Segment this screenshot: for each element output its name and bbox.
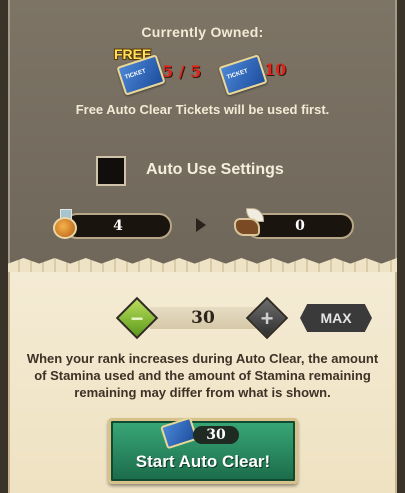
auto-clear-dialog: Currently Owned: FREE 5 / 5 10 Free Auto… bbox=[0, 0, 405, 493]
rank-warning-line: remaining may differ from what is shown. bbox=[74, 385, 331, 400]
arrow-right-icon bbox=[196, 218, 206, 232]
rank-warning-text: When your rank increases during Auto Cle… bbox=[14, 350, 391, 401]
start-ticket-count: 30 bbox=[193, 426, 239, 444]
winged-boot-icon bbox=[232, 208, 264, 238]
minus-icon: − bbox=[130, 306, 144, 331]
owned-ticket-row: FREE 5 / 5 10 bbox=[0, 46, 405, 96]
free-ticket-note: Free Auto Clear Tickets will be used fir… bbox=[75, 102, 330, 117]
plus-icon: + bbox=[260, 306, 274, 331]
auto-use-label: Auto Use Settings bbox=[146, 161, 284, 178]
max-button[interactable]: MAX bbox=[300, 304, 372, 332]
auto-use-checkbox[interactable] bbox=[96, 156, 126, 186]
rank-warning-line: of Stamina used and the amount of Stamin… bbox=[34, 368, 371, 383]
stamina-potion-icon bbox=[52, 209, 78, 239]
start-auto-clear-label: Start Auto Clear! bbox=[135, 452, 271, 471]
quantity-value: 30 bbox=[191, 308, 215, 328]
ticket-icon bbox=[218, 54, 268, 96]
ticket-count: 10 bbox=[264, 60, 287, 79]
currently-owned-heading: Currently Owned: bbox=[141, 24, 264, 40]
free-ticket-count: 5 / 5 bbox=[162, 62, 202, 81]
stamina-potion-value: 4 bbox=[64, 213, 172, 239]
rank-warning-line: When your rank increases during Auto Cle… bbox=[26, 351, 379, 366]
